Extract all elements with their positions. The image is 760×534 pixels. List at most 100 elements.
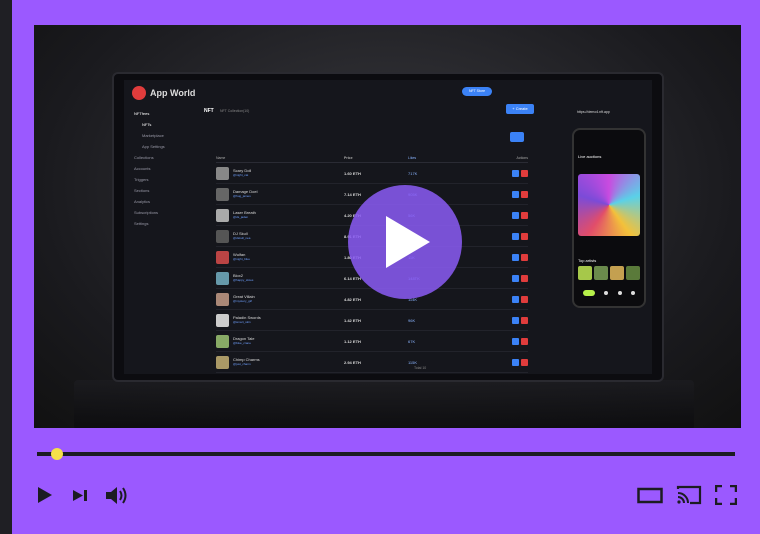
laptop-keyboard xyxy=(74,380,694,428)
delete-icon xyxy=(521,316,528,324)
big-play-icon xyxy=(386,216,430,268)
topbar-pill: NFT Store xyxy=(462,87,492,96)
row-actions xyxy=(498,295,528,303)
sidebar-item: NFTfees xyxy=(134,111,150,116)
delete-icon xyxy=(521,169,528,177)
row-actions xyxy=(498,232,528,240)
edit-icon xyxy=(512,169,519,177)
row-name-cell: Scary Doll @night_cat xyxy=(216,166,344,180)
artist-thumb xyxy=(578,266,592,280)
delete-icon xyxy=(521,253,528,261)
nft-name-block: Wulfan @night_blue xyxy=(233,252,250,262)
delete-icon xyxy=(521,232,528,240)
nft-user: @smart_skin xyxy=(233,320,251,324)
row-actions xyxy=(498,358,528,366)
volume-icon[interactable] xyxy=(105,486,128,505)
nft-user: @happy_slices xyxy=(233,278,254,282)
sidebar-item: Accounts xyxy=(134,166,151,171)
phone-top-artists: Top artists xyxy=(578,258,597,263)
row-name-cell: Damage Doel @hug_james xyxy=(216,187,344,201)
nft-name-block: Great Villain @mystery_girl xyxy=(233,294,255,304)
sidebar: NFTfees NFTs Marketplace App Settings Collec… xyxy=(128,108,200,229)
progress-track[interactable] xyxy=(37,452,735,456)
next-icon[interactable] xyxy=(72,489,88,502)
fullscreen-icon[interactable] xyxy=(715,485,737,505)
artist-thumb xyxy=(594,266,608,280)
row-name-cell: Paladin Swords @smart_skin xyxy=(216,313,344,327)
nft-likes: 67K xyxy=(408,338,416,344)
edit-icon xyxy=(512,232,519,240)
theater-mode-icon[interactable] xyxy=(637,487,663,504)
phone-mockup: Live auctions Top artists xyxy=(572,128,646,308)
row-actions xyxy=(498,316,528,324)
row-name-cell: Blox2 @happy_slices xyxy=(216,271,344,285)
sidebar-item: App Settings xyxy=(142,144,165,149)
delete-icon xyxy=(521,358,528,366)
nft-likes: 717K xyxy=(408,170,418,176)
edit-icon xyxy=(512,337,519,345)
nft-price: 1.12 ETH xyxy=(344,338,361,344)
nft-thumbnail xyxy=(216,250,229,264)
sidebar-item: Marketplace xyxy=(142,133,164,138)
edit-icon xyxy=(512,274,519,282)
nft-price: 2.94 ETH xyxy=(344,359,361,365)
nft-user: @ds_jaden xyxy=(233,215,249,219)
table-row: Scary Doll @night_cat 1.60 ETH 717K xyxy=(216,163,528,184)
phone-heart-icon xyxy=(617,291,622,295)
edit-icon xyxy=(512,211,519,219)
search-button xyxy=(510,132,524,142)
nft-name-block: DJ Skull @dskull_nea xyxy=(233,231,250,241)
app-logo: App World xyxy=(132,86,195,100)
delete-icon xyxy=(521,211,528,219)
nft-user: @dskull_nea xyxy=(233,236,251,240)
phone-nav xyxy=(578,288,640,298)
row-name-cell: Wulfan @night_blue xyxy=(216,250,344,264)
left-edge xyxy=(0,0,12,534)
phone-live-auctions: Live auctions xyxy=(578,154,602,159)
cast-icon[interactable] xyxy=(676,485,702,505)
sidebar-item: Settings xyxy=(134,221,149,226)
edit-icon xyxy=(512,190,519,198)
table-row: Chimp Charms @just_charm 2.94 ETH 115K xyxy=(216,352,528,373)
row-name-cell: Dragon Tale @blue_crane xyxy=(216,334,344,348)
progress-knob[interactable] xyxy=(51,448,63,460)
nft-thumbnail xyxy=(216,271,229,285)
delete-icon xyxy=(521,337,528,345)
create-button: + Create xyxy=(506,104,534,114)
nft-user: @hug_james xyxy=(233,194,251,198)
row-actions xyxy=(498,169,528,177)
table-row: Paladin Swords @smart_skin 1.42 ETH 96K xyxy=(216,310,528,331)
table-row: Dragon Tale @blue_crane 1.12 ETH 67K xyxy=(216,331,528,352)
phone-search-icon xyxy=(604,291,609,295)
nft-price: 1.60 ETH xyxy=(344,170,361,176)
sidebar-item: Triggers xyxy=(134,177,149,182)
video-viewport[interactable]: App World NFT Store NFTfees NFTs Marketpla… xyxy=(34,25,741,428)
sidebar-item: NFTs xyxy=(142,122,152,127)
sidebar-item: Sections xyxy=(134,188,150,193)
sidebar-item: Subscriptions xyxy=(134,210,159,215)
nft-thumbnail xyxy=(216,292,229,306)
nft-price: 1.42 ETH xyxy=(344,317,361,323)
nft-thumbnail xyxy=(216,355,229,369)
row-actions xyxy=(498,274,528,282)
nft-user: @just_charm xyxy=(233,362,251,366)
phone-user-icon xyxy=(631,291,636,295)
nft-name-block: Dragon Tale @blue_crane xyxy=(233,336,255,346)
logo-badge-icon xyxy=(132,86,146,100)
edit-icon xyxy=(512,316,519,324)
sidebar-item: Analytics xyxy=(134,199,151,204)
nft-user: @night_cat xyxy=(233,173,249,177)
phone-url: https://demo4.nft.app xyxy=(577,110,610,114)
nft-name-block: Laser Breath @ds_jaden xyxy=(233,210,256,220)
nft-user: @night_blue xyxy=(233,257,250,261)
play-icon[interactable] xyxy=(36,486,54,504)
phone-home-icon xyxy=(582,290,595,296)
nft-likes: 114K xyxy=(408,296,418,302)
nft-likes: 115K xyxy=(408,359,418,365)
nft-thumbnail xyxy=(216,313,229,327)
row-actions xyxy=(498,211,528,219)
page-subtitle: NFT Collection(10) xyxy=(220,109,250,113)
nft-name-block: Scary Doll @night_cat xyxy=(233,168,251,178)
nft-name-block: Blox2 @happy_slices xyxy=(233,273,253,283)
row-actions xyxy=(498,253,528,261)
